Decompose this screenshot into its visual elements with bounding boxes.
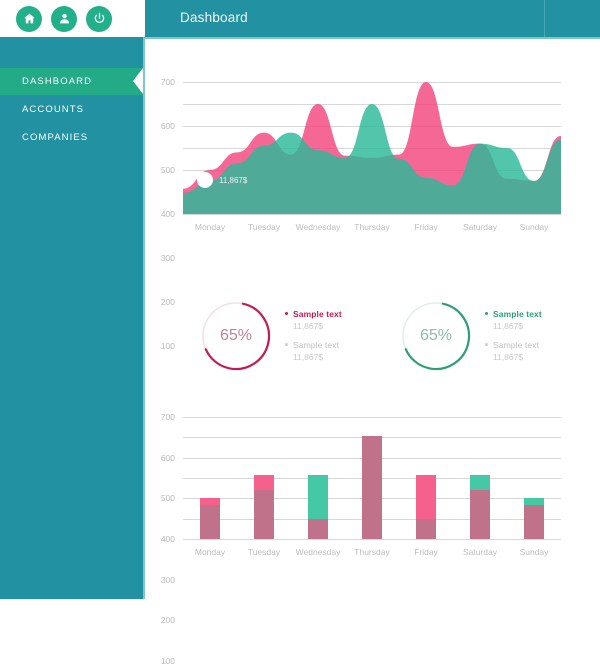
y-axis-tick: 100 <box>160 656 175 666</box>
donut-card-2: 65% Sample text 11,867$ Sample text 11,867$ <box>399 299 589 389</box>
x-axis-label: Tuesday <box>247 547 281 557</box>
area-chart: 700 600 500 400 300 200 100 11,867$ Monday Tues… <box>161 77 561 351</box>
legend-bullet-icon <box>485 343 488 347</box>
sidebar-nav: DASHBOARD ACCOUNTS COMPANIES <box>0 68 143 152</box>
legend-bullet-icon <box>485 312 488 316</box>
bar-group[interactable] <box>308 474 328 539</box>
gridline: 100 <box>161 214 561 351</box>
legend-item: Sample text 11,867$ <box>285 340 342 362</box>
legend-item-value: 11,867$ <box>293 352 324 362</box>
x-axis-label: Saturday <box>462 222 498 232</box>
x-axis-label: Friday <box>414 547 438 557</box>
bar-group[interactable] <box>254 474 274 539</box>
donut-legend: Sample text 11,867$ Sample text 11,867$ <box>485 309 542 371</box>
legend-item: Sample text 11,867$ <box>485 309 542 331</box>
y-axis-tick: 200 <box>160 615 175 626</box>
area-chart-tooltip-label: 11,867$ <box>219 175 248 185</box>
bar-group[interactable] <box>416 474 436 539</box>
sidebar-item-label: DASHBOARD <box>22 76 93 87</box>
bar-segment-top <box>470 474 490 491</box>
bar-segment-base <box>200 505 220 539</box>
legend-item-label: Sample text <box>493 340 539 350</box>
legend-item: Sample text 11,867$ <box>485 340 542 362</box>
page-header: Dashboard <box>145 0 600 37</box>
y-axis-tick: 400 <box>160 534 175 544</box>
x-axis-label: Monday <box>194 547 226 557</box>
donut-card-1: 65% Sample text 11,867$ Sample text 11,867$ <box>199 299 389 389</box>
user-icon[interactable] <box>51 5 77 32</box>
donut-legend: Sample text 11,867$ Sample text 11,867$ <box>285 309 342 371</box>
y-axis-tick: 500 <box>160 165 175 175</box>
page-title: Dashboard <box>180 10 248 25</box>
y-axis-tick: 700 <box>160 77 175 87</box>
y-axis-tick: 500 <box>160 493 175 504</box>
bar-segment-top <box>200 498 220 506</box>
bar-segment-top <box>254 474 274 491</box>
sidebar-item-label: COMPANIES <box>22 132 89 143</box>
bar-segment-base <box>416 518 436 539</box>
legend-item: Sample text 11,867$ <box>285 309 342 331</box>
y-axis-tick: 700 <box>160 412 175 422</box>
legend-item-value: 11,867$ <box>293 321 324 331</box>
x-axis-label: Thursday <box>354 547 390 557</box>
legend-bullet-icon <box>285 343 288 347</box>
gridline: 100 <box>161 539 561 666</box>
legend-item-value: 11,867$ <box>493 352 524 362</box>
bar-segment-top <box>524 498 544 506</box>
bar-segment-base <box>362 436 382 539</box>
home-icon[interactable] <box>16 5 42 32</box>
bar-segment-base <box>470 490 490 539</box>
y-axis-tick: 300 <box>160 253 175 263</box>
x-axis-label: Wednesday <box>295 547 341 557</box>
y-axis-tick: 400 <box>160 209 175 219</box>
header-divider <box>544 0 545 37</box>
bar-group[interactable] <box>524 498 544 539</box>
x-axis-label: Friday <box>414 222 438 232</box>
y-axis-tick: 200 <box>160 297 175 307</box>
legend-item-value: 11,867$ <box>493 321 524 331</box>
x-axis-label: Wednesday <box>295 222 341 232</box>
area-chart-tooltip-dot[interactable] <box>197 171 213 188</box>
legend-item-label: Sample text <box>293 340 339 350</box>
y-axis-tick: 100 <box>160 341 175 351</box>
bar-group[interactable] <box>200 498 220 539</box>
y-axis-tick: 300 <box>160 574 175 585</box>
y-axis-tick: 600 <box>160 121 175 131</box>
main-content: 700 600 500 400 300 200 100 11,867$ Monday Tues… <box>147 39 600 666</box>
sidebar-item-label: ACCOUNTS <box>22 104 85 115</box>
x-axis-label: Saturday <box>462 547 498 557</box>
x-axis-label: Monday <box>194 222 226 232</box>
donut-ring: 65% <box>199 299 273 373</box>
bar-segment-top <box>416 474 436 519</box>
gridline: 700 <box>161 412 561 422</box>
area-chart-plot <box>183 82 561 214</box>
legend-bullet-icon <box>285 312 288 316</box>
bar-group[interactable] <box>470 474 490 539</box>
y-axis-tick: 600 <box>160 452 175 463</box>
x-axis-label: Tuesday <box>247 222 281 232</box>
legend-item-label: Sample text <box>493 309 542 319</box>
bar-group[interactable] <box>362 436 382 539</box>
donut-percent-label: 65% <box>219 327 253 344</box>
bar-segment-base <box>524 505 544 539</box>
x-axis-label: Thursday <box>354 222 390 232</box>
donut-percent-label: 65% <box>419 327 453 344</box>
dashboard-page: Dashboard DASHBOARD ACCOUNTS COMPANIES 700… <box>0 0 600 666</box>
app-icon-bar <box>0 0 145 37</box>
bar-segment-top <box>308 474 328 519</box>
sidebar-item-accounts[interactable]: ACCOUNTS <box>0 96 143 123</box>
bar-chart: 700 600 500 400 300 200 100 Monday Tuesday Wedne… <box>161 412 561 666</box>
donut-ring: 65% <box>399 299 473 373</box>
legend-item-label: Sample text <box>293 309 342 319</box>
sidebar-item-dashboard[interactable]: DASHBOARD <box>0 68 143 95</box>
bar-segment-base <box>308 518 328 539</box>
x-axis-label: Sunday <box>519 547 549 557</box>
sidebar: DASHBOARD ACCOUNTS COMPANIES <box>0 37 145 599</box>
x-axis-label: Sunday <box>519 222 549 232</box>
bar-segment-base <box>254 490 274 539</box>
sidebar-item-companies[interactable]: COMPANIES <box>0 124 143 151</box>
power-icon[interactable] <box>86 5 112 32</box>
